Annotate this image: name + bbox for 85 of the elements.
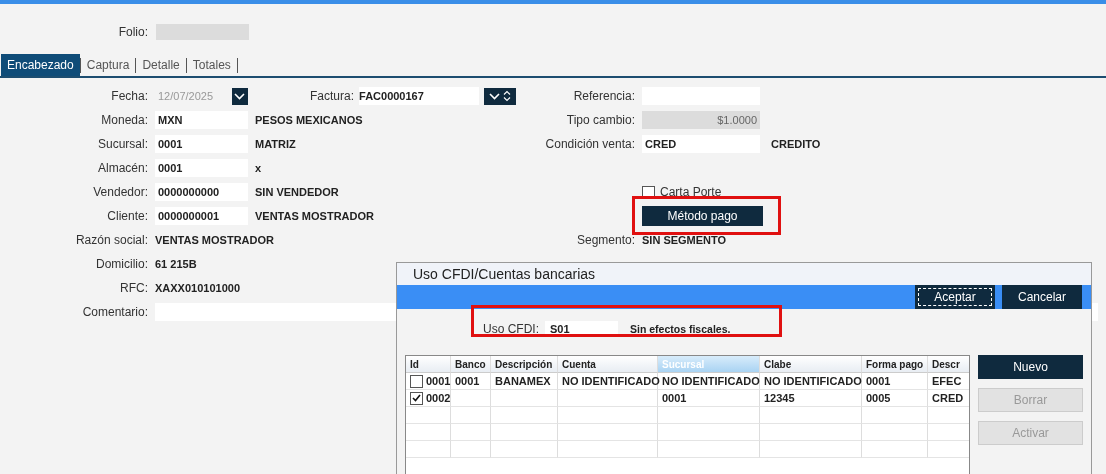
table-cell: BANAMEX (491, 373, 558, 390)
tab[interactable]: Totales (185, 58, 238, 73)
row-id: 0001 (426, 373, 451, 389)
row-checkbox[interactable] (410, 374, 423, 388)
input-field[interactable]: CRED (642, 135, 760, 153)
tab[interactable]: Detalle (135, 58, 186, 73)
field-label: Fecha: (111, 89, 148, 103)
field-description: VENTAS MOSTRADOR (255, 210, 375, 222)
invoice-picker-button[interactable] (484, 87, 516, 105)
field-label: Vendedor: (93, 185, 148, 199)
check-icon (412, 394, 421, 402)
field-label: Condición venta: (545, 137, 635, 151)
table-cell (406, 424, 451, 441)
table-cell: NO IDENTIFICADO (558, 373, 658, 390)
table-cell: EFEC (928, 373, 969, 390)
folio-label: Folio: (117, 24, 148, 39)
column-header[interactable]: Forma pago (862, 356, 928, 373)
input-field[interactable]: 0001 (155, 135, 248, 153)
field-label: Referencia: (573, 89, 635, 103)
field-label: Almacén: (97, 161, 148, 175)
field-label: Cliente: (107, 209, 148, 223)
field-description: x (255, 162, 263, 174)
payment-method-button[interactable]: Método pago (642, 206, 763, 226)
field-value: XAXX010101000 (155, 282, 241, 294)
field-label: Tipo cambio: (566, 113, 635, 127)
column-header[interactable]: Id (406, 356, 451, 373)
table-cell (491, 424, 558, 441)
table-cell (491, 441, 558, 458)
table-cell (451, 424, 491, 441)
row-checkbox[interactable] (410, 391, 423, 405)
chevron-down-icon (489, 92, 500, 100)
dialog-button[interactable]: Cancelar (1002, 285, 1082, 309)
field-value: 61 215B (155, 258, 198, 270)
table-cell: 0005 (862, 390, 928, 407)
field-value: VENTAS MOSTRADOR (155, 234, 275, 246)
side-button[interactable]: Nuevo (978, 355, 1083, 379)
tab[interactable]: Captura (79, 58, 136, 73)
input-field[interactable]: 0000000001 (155, 207, 248, 225)
field-description: CREDITO (771, 138, 822, 150)
column-header[interactable]: Descr (928, 356, 969, 373)
column-header[interactable]: Cuenta (558, 356, 658, 373)
table-cell (862, 424, 928, 441)
field-description: PESOS MEXICANOS (255, 114, 364, 126)
field-value: SIN SEGMENTO (642, 234, 728, 246)
table-cell: 0001 (451, 373, 491, 390)
table-cell (862, 441, 928, 458)
field-label: Factura: (310, 89, 354, 103)
input-field[interactable]: 0001 (155, 159, 248, 177)
field-label: RFC: (120, 281, 148, 295)
invoice-field[interactable]: FAC0000167 (359, 87, 479, 105)
column-header[interactable]: Clabe (760, 356, 862, 373)
field-label: Moneda: (101, 113, 148, 127)
table-cell (451, 407, 491, 424)
dialog-button[interactable]: Aceptar (915, 285, 995, 309)
field-label: Uso CFDI: (483, 322, 539, 336)
field-description: MATRIZ (255, 138, 297, 150)
field-label: Sucursal: (97, 137, 148, 151)
checkbox-label: Carta Porte (660, 185, 722, 199)
table-cell (862, 407, 928, 424)
input-field[interactable]: MXN (155, 111, 248, 129)
dropdown-button[interactable] (231, 87, 248, 105)
field-label: Comentario: (82, 305, 148, 319)
table-cell: 0001 (862, 373, 928, 390)
spinner-icon (503, 90, 511, 102)
table-cell: 0001 (658, 390, 760, 407)
input-field[interactable]: 0000000000 (155, 183, 248, 201)
table-cell (491, 390, 558, 407)
table-cell (406, 441, 451, 458)
field-description: Sin efectos fiscales. (630, 323, 731, 335)
table-cell: 12345 (760, 390, 862, 407)
field-label: Razón social: (75, 233, 148, 247)
date-text: 12/07/2025 (157, 90, 215, 102)
field-label: Segmento: (576, 233, 635, 247)
dialog-title: Uso CFDI/Cuentas bancarias (397, 263, 1091, 285)
field-description: SIN VENDEDOR (255, 186, 340, 198)
column-header[interactable]: Descripción (491, 356, 558, 373)
chevron-down-icon (234, 92, 246, 100)
row-id: 0002 (426, 390, 451, 406)
table-cell (451, 441, 491, 458)
tab[interactable]: Encabezado (1, 54, 80, 76)
column-header[interactable]: Banco (451, 356, 491, 373)
table-cell: CRED (928, 390, 969, 407)
field-label: Domicilio: (96, 257, 148, 271)
table-cell: NO IDENTIFICADO (760, 373, 862, 390)
table-cell (491, 407, 558, 424)
